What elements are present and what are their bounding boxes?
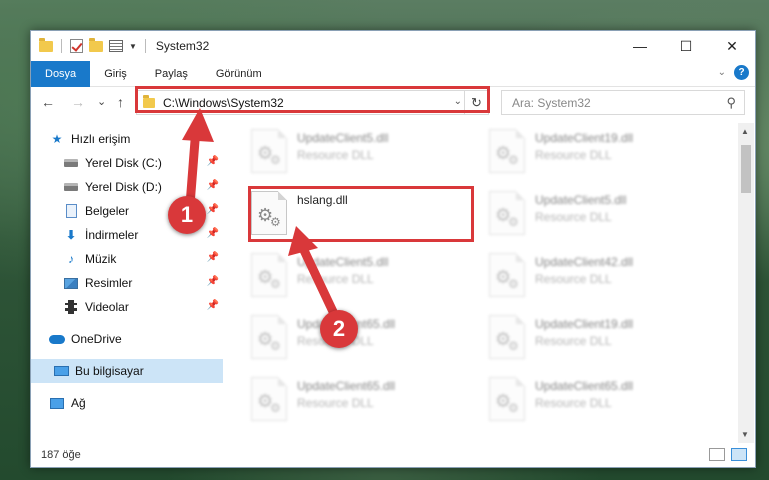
step-2-badge: 2 [320, 310, 358, 348]
arrow-1-head [182, 108, 214, 142]
step-1-badge: 1 [168, 196, 206, 234]
annotation-arrows [182, 108, 341, 323]
arrow-2-head [288, 226, 318, 256]
arrow-2-shaft [297, 241, 341, 323]
